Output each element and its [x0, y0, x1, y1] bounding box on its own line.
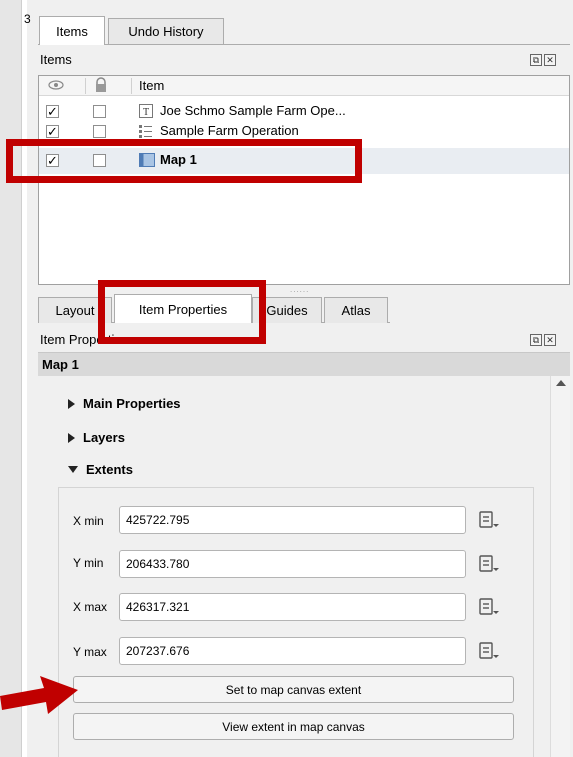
collapse-arrow-icon — [68, 466, 78, 473]
items-tree-header: Item — [39, 76, 569, 96]
header-separator — [85, 78, 86, 94]
tab-items[interactable]: Items — [39, 16, 105, 45]
item-row-label[interactable]: ✓ T Joe Schmo Sample Farm Ope... — [39, 102, 569, 121]
tab-undo-history[interactable]: Undo History — [108, 18, 224, 44]
ymax-field[interactable]: 207237.676 — [119, 637, 466, 665]
section-label: Layers — [83, 430, 125, 445]
text-label-icon: T — [139, 104, 153, 121]
ymin-field[interactable]: 206433.780 — [119, 550, 466, 578]
gutter-number: 3 — [24, 12, 31, 26]
float-icon[interactable]: ⧉ — [530, 334, 542, 346]
tab-undo-history-label: Undo History — [128, 24, 204, 39]
xmax-label: X max — [73, 600, 108, 614]
tab-item-properties[interactable]: Item Properties — [114, 294, 252, 323]
ymin-label: Y min — [73, 556, 104, 570]
float-icon[interactable]: ⧉ — [530, 54, 542, 66]
splitter-handle[interactable]: ...... — [290, 285, 309, 294]
left-gutter — [0, 0, 22, 757]
tab-items-label: Items — [56, 23, 88, 39]
item-row-text: Sample Farm Operation — [160, 123, 299, 138]
xmax-field[interactable]: 426317.321 — [119, 593, 466, 621]
header-separator — [131, 78, 132, 94]
item-row-legend[interactable]: ✓ Sample Farm Operation — [39, 122, 569, 138]
data-defined-override-icon[interactable] — [476, 553, 502, 575]
scroll-up-arrow-icon[interactable] — [556, 380, 566, 386]
set-to-map-canvas-extent-button[interactable]: Set to map canvas extent — [73, 676, 514, 703]
tab-item-properties-label: Item Properties — [138, 301, 228, 317]
tab-layout-label: Layout — [55, 303, 95, 318]
expand-arrow-icon — [68, 398, 75, 409]
section-extents[interactable]: Extents — [68, 462, 133, 477]
button-label: Set to map canvas extent — [225, 682, 362, 697]
vertical-scrollbar[interactable] — [550, 376, 570, 757]
item-row-text: Joe Schmo Sample Farm Ope... — [160, 103, 346, 118]
legend-icon — [139, 124, 153, 138]
section-label: Main Properties — [83, 396, 181, 411]
items-dock-buttons: ⧉ ✕ — [530, 54, 556, 66]
tab-atlas-label: Atlas — [341, 303, 371, 318]
lock-icon[interactable] — [94, 77, 108, 96]
xmin-label: X min — [73, 514, 104, 528]
svg-text:T: T — [143, 107, 149, 118]
ymax-label: Y max — [73, 645, 107, 659]
view-extent-in-map-canvas-button[interactable]: View extent in map canvas — [73, 713, 514, 740]
section-main-properties[interactable]: Main Properties — [68, 396, 181, 411]
close-icon[interactable]: ✕ — [544, 334, 556, 346]
items-panel-title: Items — [40, 52, 72, 67]
visible-checkbox[interactable]: ✓ — [46, 105, 59, 118]
highlight-box-map-row — [6, 139, 362, 183]
tab-guides-label: Guides — [266, 303, 308, 318]
section-label: Extents — [86, 462, 133, 477]
data-defined-override-icon[interactable] — [476, 509, 502, 531]
data-defined-override-icon[interactable] — [476, 596, 502, 618]
data-defined-override-icon[interactable] — [476, 640, 502, 662]
tab-atlas[interactable]: Atlas — [324, 297, 388, 323]
visible-checkbox[interactable]: ✓ — [46, 125, 59, 138]
xmin-field[interactable]: 425722.795 — [119, 506, 466, 534]
item-column-header[interactable]: Item — [139, 78, 164, 93]
eye-icon[interactable] — [48, 78, 64, 95]
props-dock-buttons: ⧉ ✕ — [530, 334, 556, 346]
lock-checkbox[interactable] — [93, 125, 106, 138]
red-arrow-icon — [0, 676, 78, 714]
item-name-bar: Map 1 — [38, 352, 570, 376]
section-layers[interactable]: Layers — [68, 430, 125, 445]
lock-checkbox[interactable] — [93, 105, 106, 118]
expand-arrow-icon — [68, 432, 75, 443]
button-label: View extent in map canvas — [222, 719, 365, 734]
tab-bar-line — [38, 44, 570, 45]
close-icon[interactable]: ✕ — [544, 54, 556, 66]
